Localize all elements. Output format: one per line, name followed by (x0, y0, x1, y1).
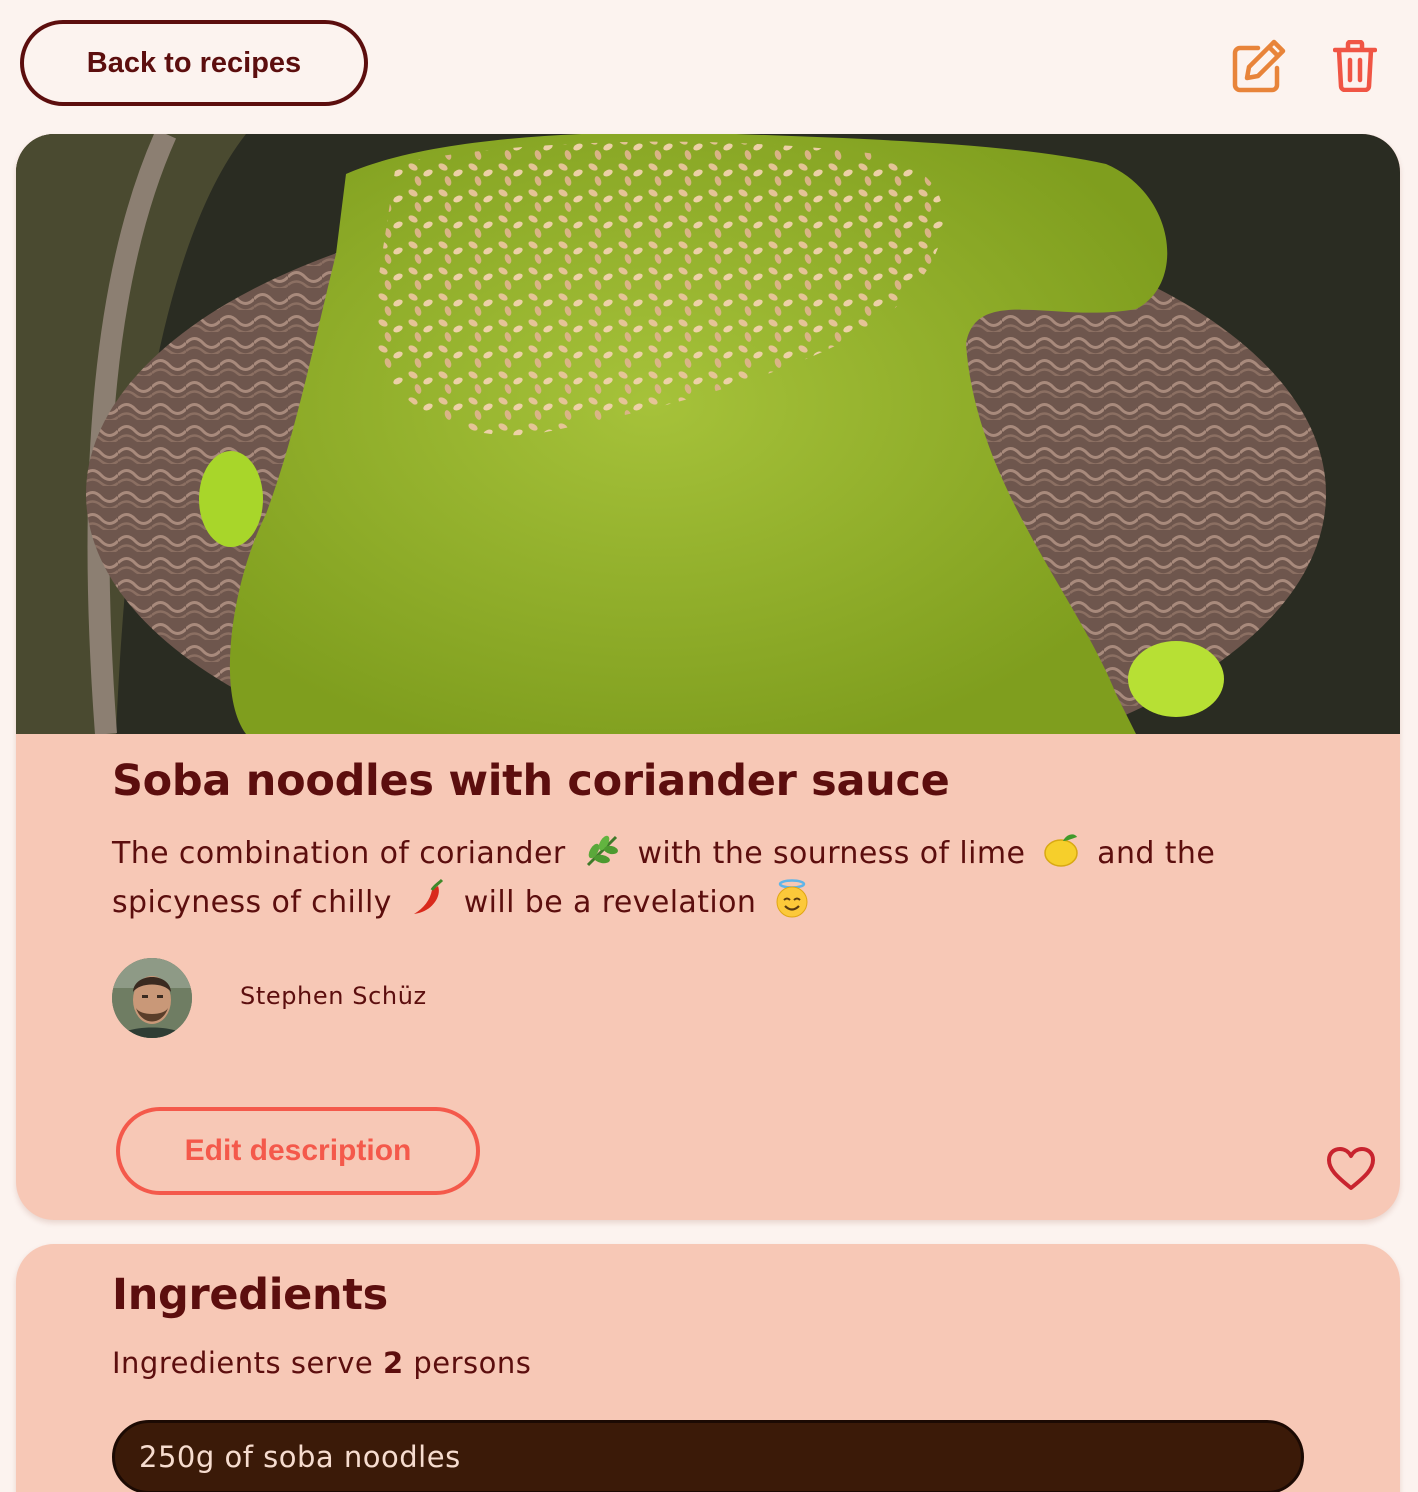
recipe-photo (16, 134, 1400, 734)
recipe-title: Soba noodles with coriander sauce (112, 756, 950, 806)
description-text: with the sourness of lime (637, 836, 1026, 871)
serves-count: 2 (382, 1346, 404, 1380)
recipe-detail-page: Back to recipes Soba noodles with corian… (0, 0, 1418, 1492)
edit-icon[interactable] (1226, 36, 1290, 96)
edit-description-button[interactable]: Edit description (116, 1107, 480, 1195)
heart-icon[interactable] (1326, 1146, 1376, 1192)
trash-icon[interactable] (1328, 36, 1382, 96)
description-text: will be a revelation (463, 885, 757, 920)
chili-emoji (413, 878, 443, 914)
ingredients-title: Ingredients (112, 1270, 388, 1320)
halo-smile-emoji (776, 879, 808, 918)
back-to-recipes-button[interactable]: Back to recipes (20, 20, 368, 106)
serves-suffix: persons (413, 1346, 532, 1380)
lemon-emoji (1044, 834, 1078, 867)
ingredients-card: Ingredients Ingredients serve 2 persons … (16, 1244, 1400, 1492)
herb-emoji (586, 835, 618, 867)
recipe-description: The combination of coriander with the so… (112, 830, 1292, 927)
ingredient-item[interactable]: 250g of soba noodles (112, 1420, 1304, 1492)
author-avatar (112, 958, 192, 1038)
recipe-card: Soba noodles with coriander sauce The co… (16, 134, 1400, 1220)
serves-prefix: Ingredients serve (112, 1346, 374, 1380)
description-text: The combination of coriander (112, 836, 566, 871)
serves-line: Ingredients serve 2 persons (112, 1346, 531, 1380)
author-name: Stephen Schüz (240, 982, 427, 1010)
